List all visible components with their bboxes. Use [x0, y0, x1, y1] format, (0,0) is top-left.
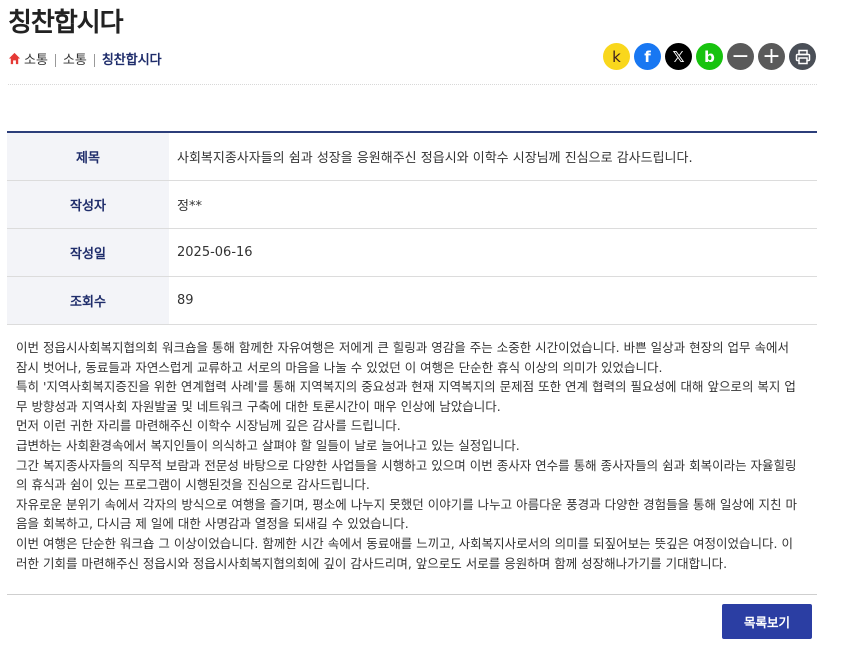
- content-paragraph: 특히 '지역사회복지증진을 위한 연계협력 사례'를 통해 지역복지의 중요성과…: [16, 379, 796, 414]
- date-label: 작성일: [7, 229, 169, 276]
- title-label: 제목: [7, 133, 169, 180]
- content-paragraph: 먼저 이런 귀한 자리를 마련해주신 이학수 시장님께 깊은 감사를 드립니다.: [16, 418, 401, 434]
- content-divider: [7, 594, 817, 595]
- facebook-share-button[interactable]: f: [634, 43, 661, 70]
- header-divider: [8, 84, 817, 85]
- content-paragraph: 그간 복지종사자들의 직무적 보람과 전문성 바탕으로 다양한 사업들을 시행하…: [16, 457, 797, 493]
- breadcrumb-separator: [93, 54, 95, 67]
- content-paragraph: 이번 정읍시사회복지협의회 워크숍을 통해 함께한 자유여행은 저에게 큰 힐링…: [16, 340, 790, 375]
- post-views: 89: [177, 293, 194, 308]
- post-content: 이번 정읍시사회복지협의회 워크숍을 통해 함께한 자유여행은 저에게 큰 힐링…: [16, 338, 802, 573]
- content-paragraph: 급변하는 사회환경속에서 복지인들이 의식하고 살펴야 할 일들이 날로 늘어나…: [16, 437, 520, 453]
- post-author: 정**: [177, 199, 202, 214]
- page-title: 칭찬합시다: [8, 8, 124, 38]
- font-decrease-button[interactable]: −: [727, 43, 754, 70]
- kakao-share-button[interactable]: k: [603, 43, 630, 70]
- home-icon[interactable]: [8, 52, 21, 65]
- font-increase-button[interactable]: +: [758, 43, 785, 70]
- print-button[interactable]: [789, 43, 816, 70]
- info-row-views: 조회수 89: [7, 277, 817, 325]
- post-info-table: 제목 사회복지종사자들의 쉼과 성장을 응원해주신 정읍시와 이학수 시장님께 …: [7, 131, 817, 325]
- breadcrumb-current: 칭찬합시다: [101, 53, 162, 68]
- x-share-button[interactable]: 𝕏: [665, 43, 692, 70]
- info-row-author: 작성자 정**: [7, 181, 817, 229]
- breadcrumb: 소통 소통 칭찬합시다: [8, 49, 162, 68]
- band-share-button[interactable]: b: [696, 43, 723, 70]
- content-paragraph: 이번 여행은 단순한 워크숍 그 이상이었습니다. 함께한 시간 속에서 동료애…: [16, 535, 793, 571]
- breadcrumb-separator: [54, 54, 56, 67]
- info-row-title: 제목 사회복지종사자들의 쉼과 성장을 응원해주신 정읍시와 이학수 시장님께 …: [7, 133, 817, 181]
- author-label: 작성자: [7, 181, 169, 228]
- breadcrumb-item-2[interactable]: 소통: [63, 49, 87, 68]
- views-label: 조회수: [7, 277, 169, 324]
- info-row-date: 작성일 2025-06-16: [7, 229, 817, 277]
- share-toolbar: k f 𝕏 b − +: [603, 43, 816, 70]
- printer-icon: [795, 49, 810, 64]
- post-date: 2025-06-16: [177, 245, 253, 260]
- breadcrumb-item-1[interactable]: 소통: [24, 49, 48, 68]
- list-view-button[interactable]: 목록보기: [722, 604, 812, 639]
- content-paragraph: 자유로운 분위기 속에서 각자의 방식으로 여행을 즐기며, 평소에 나누지 못…: [16, 496, 797, 532]
- post-title: 사회복지종사자들의 쉼과 성장을 응원해주신 정읍시와 이학수 시장님께 진심으…: [177, 151, 693, 166]
